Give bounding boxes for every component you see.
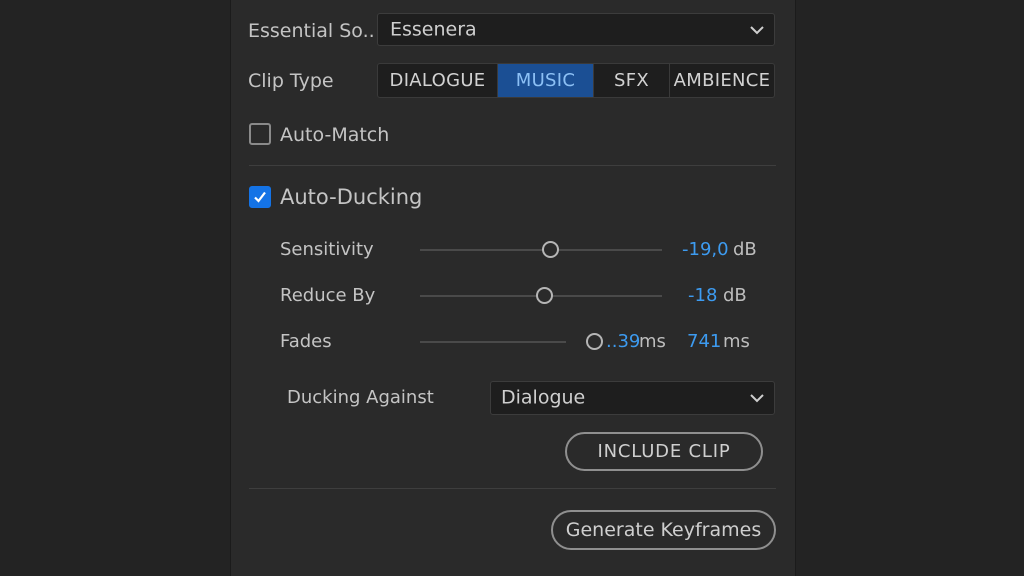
auto-ducking-label: Auto-Ducking [280,185,423,209]
fades-value-a[interactable]: ..39 [606,331,640,352]
fades-slider-track[interactable] [420,341,566,343]
fades-value-b[interactable]: 741 [687,331,721,352]
clip-type-music[interactable]: MUSIC [498,64,594,97]
preset-label: Essential So.. [248,20,375,42]
reduce-by-label: Reduce By [280,285,376,306]
fades-slider-handle[interactable] [586,333,603,350]
preset-value: Essenera [390,18,477,41]
auto-match-checkbox[interactable] [249,123,271,145]
ducking-against-label: Ducking Against [287,387,434,408]
fades-unit-a: ms [639,331,666,352]
include-clip-button[interactable]: INCLUDE CLIP [565,432,763,471]
sensitivity-slider-track[interactable] [420,249,662,251]
clip-type-ambience[interactable]: AMBIENCE [670,64,774,97]
auto-ducking-checkbox[interactable] [249,186,271,208]
clip-type-selector: DIALOGUE MUSIC SFX AMBIENCE [377,63,775,98]
clip-type-dialogue[interactable]: DIALOGUE [378,64,498,97]
ducking-against-value: Dialogue [501,386,586,409]
clip-type-label: Clip Type [248,70,334,92]
sensitivity-unit: dB [733,239,757,260]
reduce-by-value[interactable]: -18 [688,285,717,306]
ducking-against-dropdown[interactable]: Dialogue [490,381,775,415]
reduce-by-unit: dB [723,285,747,306]
clip-type-sfx[interactable]: SFX [594,64,670,97]
section-divider [249,165,776,166]
generate-keyframes-button[interactable]: Generate Keyframes [551,510,776,550]
section-divider [249,488,776,489]
checkmark-icon [254,191,266,203]
reduce-by-slider-handle[interactable] [536,287,553,304]
essential-sound-panel: Essential So.. Essenera Clip Type DIALOG… [230,0,796,576]
fades-unit-b: ms [723,331,750,352]
auto-match-label: Auto-Match [280,124,390,146]
chevron-down-icon [750,394,764,403]
sensitivity-slider-handle[interactable] [542,241,559,258]
fades-label: Fades [280,331,332,352]
preset-dropdown[interactable]: Essenera [377,13,775,46]
sensitivity-label: Sensitivity [280,239,374,260]
sensitivity-value[interactable]: -19,0 [682,239,729,260]
chevron-down-icon [750,25,764,34]
